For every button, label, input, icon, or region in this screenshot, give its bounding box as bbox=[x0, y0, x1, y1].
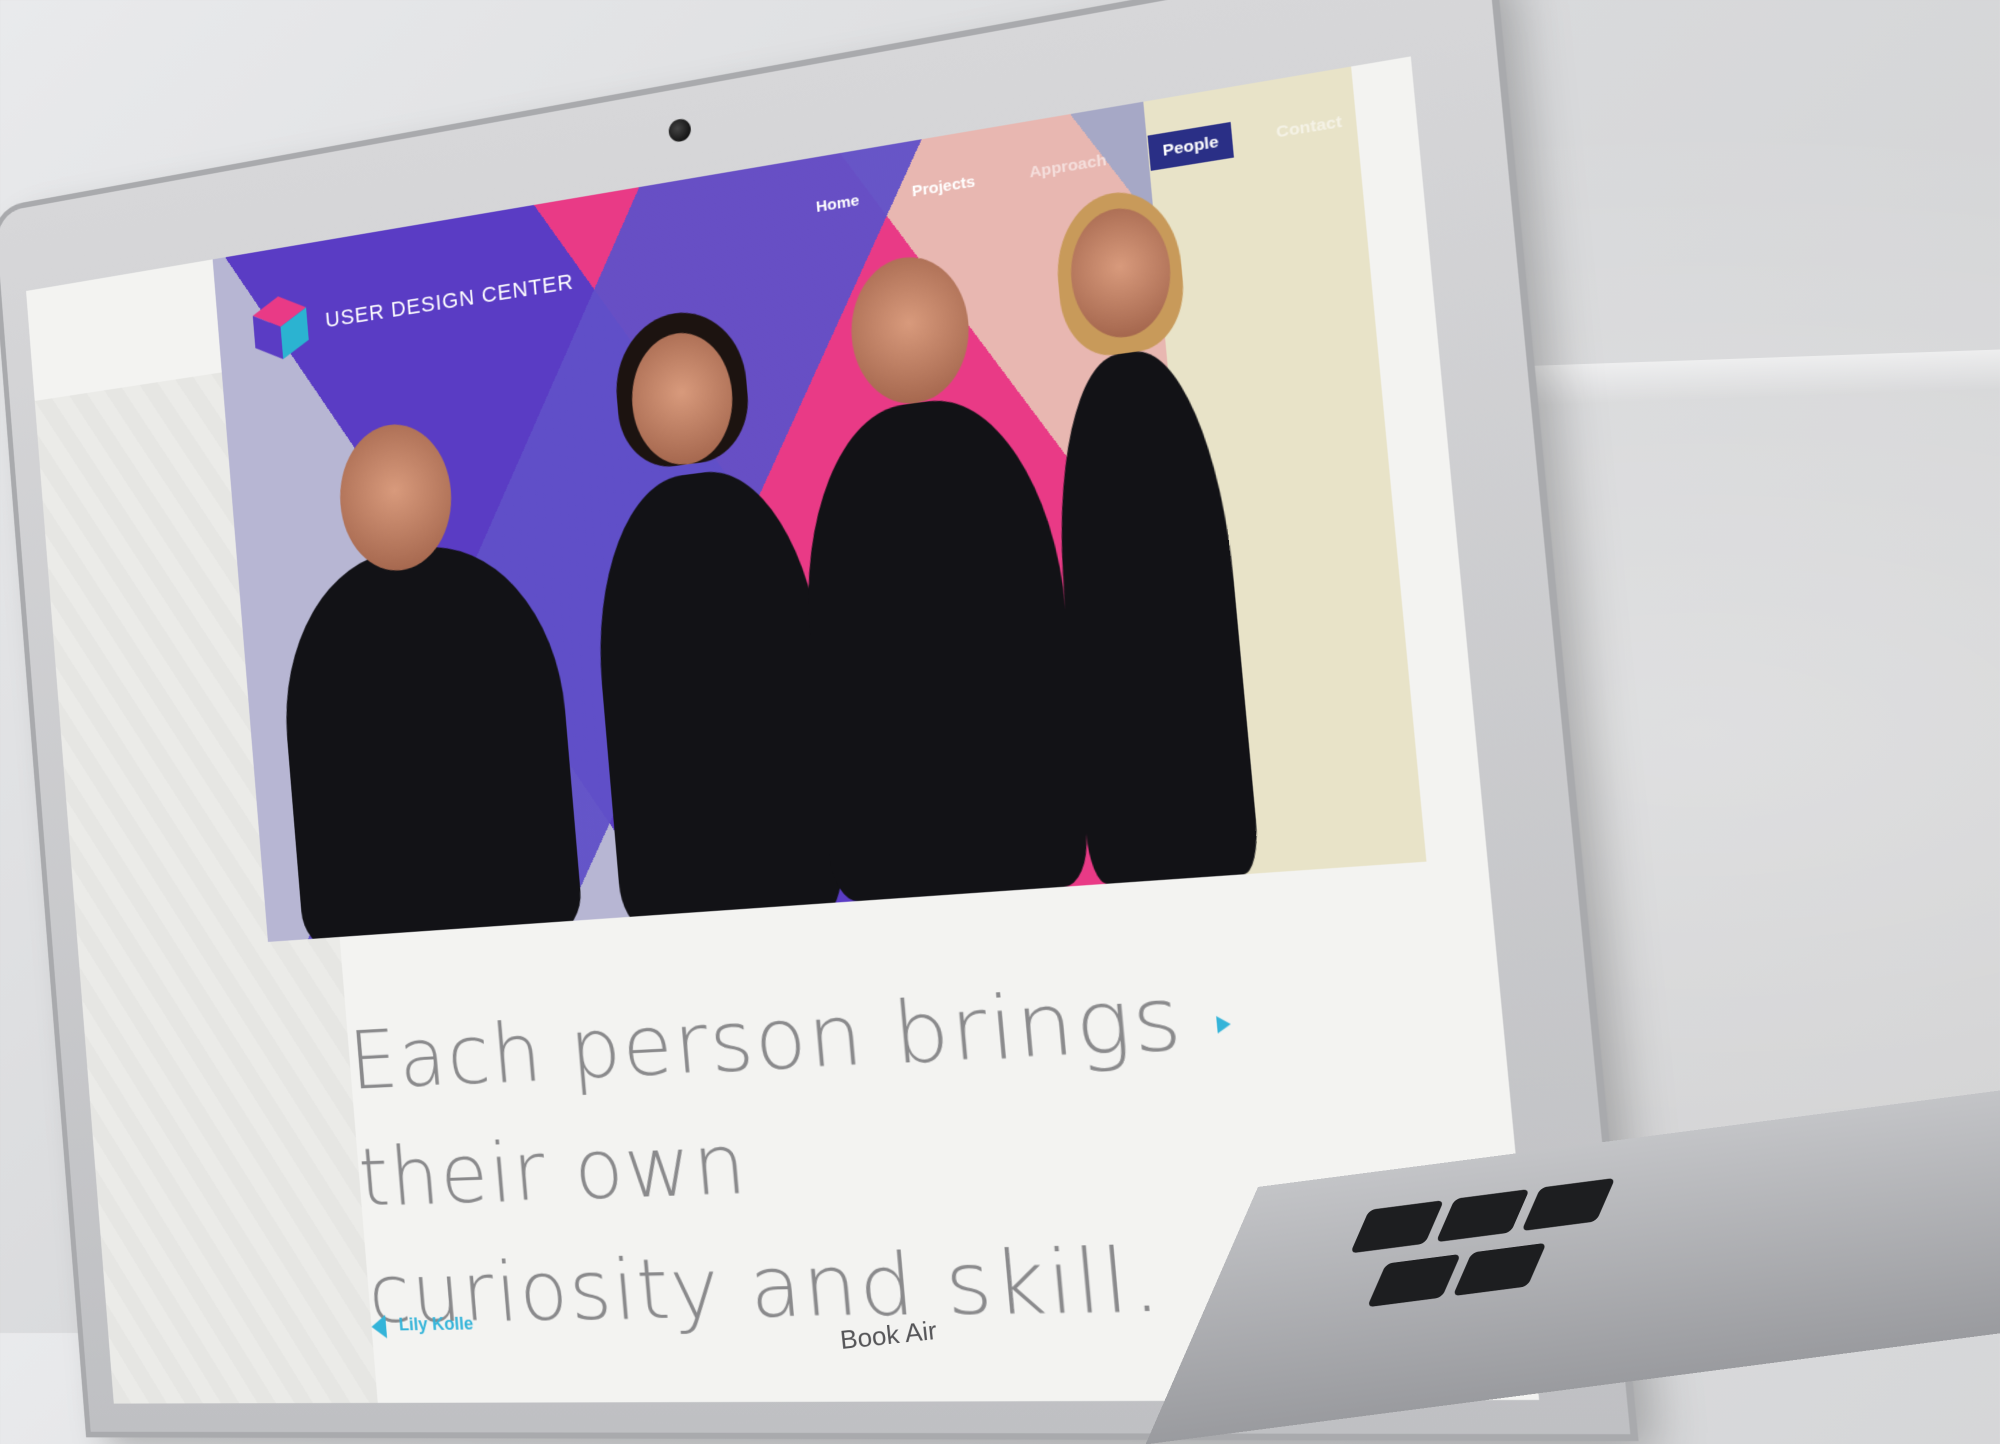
chevron-left-icon[interactable] bbox=[371, 1315, 388, 1339]
laptop: USER DESIGN CENTER Home Projects Approac… bbox=[0, 20, 1980, 1353]
person-3 bbox=[791, 386, 1091, 903]
headline-line-1: Each person brings their own bbox=[345, 950, 1292, 1238]
keyboard-key bbox=[1453, 1243, 1547, 1296]
person-2 bbox=[585, 459, 844, 927]
webcam-icon bbox=[668, 117, 692, 143]
logo-icon bbox=[252, 292, 310, 363]
arrow-right-icon[interactable] bbox=[1216, 1015, 1231, 1033]
site-logo-text[interactable]: USER DESIGN CENTER bbox=[324, 269, 574, 334]
person-3-head bbox=[845, 249, 974, 411]
nav-home[interactable]: Home bbox=[802, 181, 873, 226]
nav-projects[interactable]: Projects bbox=[898, 162, 990, 211]
person-1 bbox=[273, 532, 584, 942]
person-caption-name[interactable]: Lily Kolle bbox=[398, 1314, 474, 1336]
keyboard-key bbox=[1367, 1254, 1461, 1307]
keyboard-key bbox=[1521, 1178, 1615, 1231]
nav-approach[interactable]: Approach bbox=[1015, 140, 1122, 192]
hero-image: USER DESIGN CENTER Home Projects Approac… bbox=[213, 67, 1427, 942]
page-headline: Each person brings their own curiosity a… bbox=[345, 950, 1305, 1355]
keyboard-key bbox=[1350, 1200, 1444, 1253]
keyboard-key bbox=[1436, 1189, 1530, 1242]
